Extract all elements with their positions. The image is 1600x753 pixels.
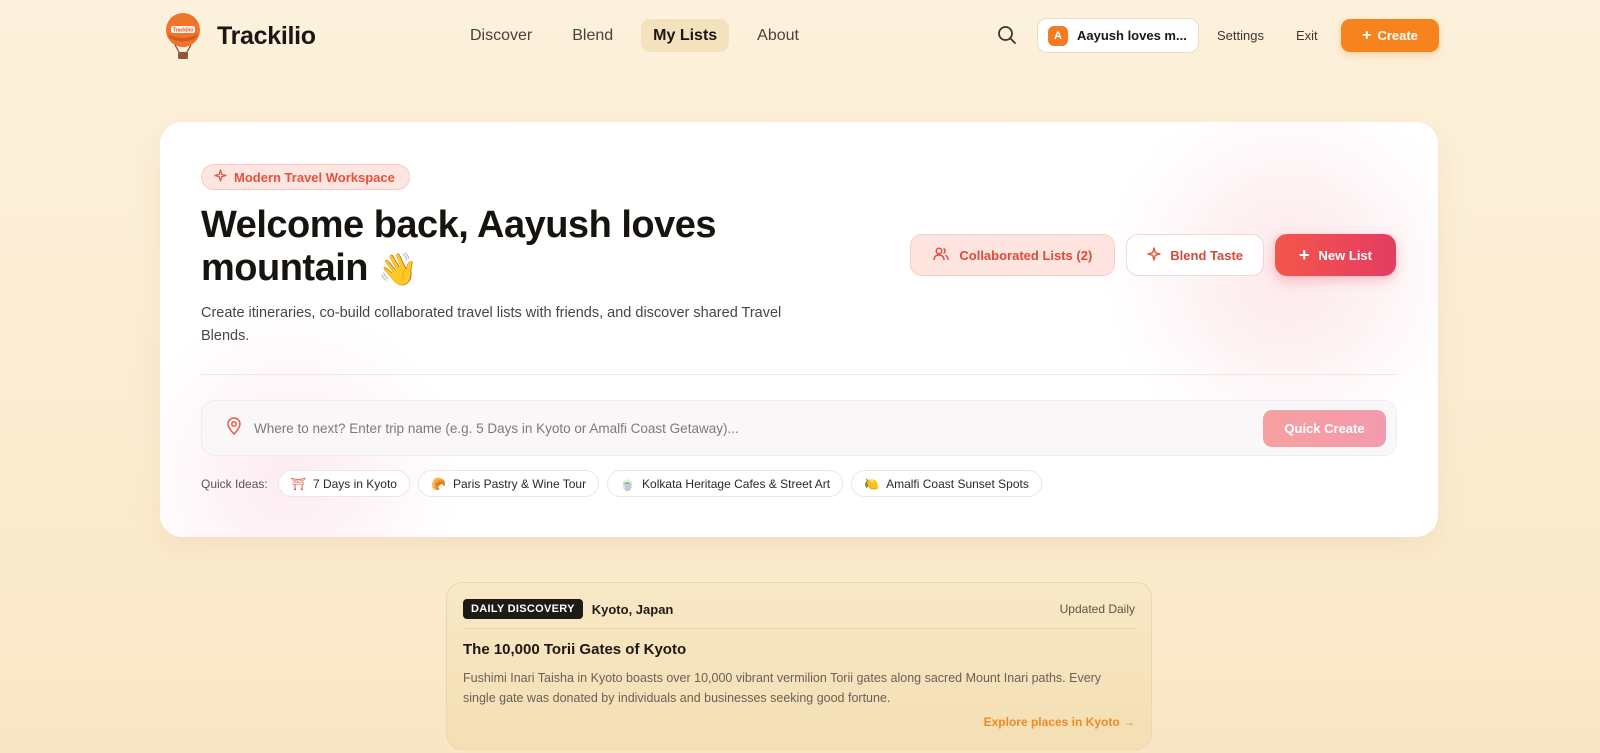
daily-location: Kyoto, Japan	[591, 601, 674, 617]
daily-discovery-card: DAILY DISCOVERY Kyoto, Japan Updated Dai…	[446, 582, 1152, 750]
new-list-button[interactable]: + New List	[1275, 234, 1396, 276]
daily-updated-label: Updated Daily	[1059, 602, 1135, 616]
create-button-label: Create	[1377, 28, 1418, 43]
idea-chip-label: Kolkata Heritage Cafes & Street Art	[642, 476, 831, 491]
new-list-label: New List	[1318, 247, 1372, 263]
workspace-badge-label: Modern Travel Workspace	[234, 169, 395, 185]
user-menu[interactable]: A Aayush loves m...	[1037, 18, 1199, 53]
avatar: A	[1048, 25, 1068, 46]
idea-chip-label: Paris Pastry & Wine Tour	[452, 476, 587, 491]
idea-chip-label: Amalfi Coast Sunset Spots	[886, 476, 1029, 491]
daily-title: The 10,000 Torii Gates of Kyoto	[463, 641, 687, 658]
top-nav: Trackilio Trackilio Discover Blend My Li…	[0, 0, 1600, 72]
divider	[201, 374, 1397, 375]
search-icon[interactable]	[996, 24, 1018, 46]
daily-description: Fushimi Inari Taisha in Kyoto boasts ove…	[463, 671, 1102, 705]
trip-search-bar: Quick Create	[201, 400, 1397, 456]
collaborated-lists-button[interactable]: Collaborated Lists (2)	[910, 234, 1116, 276]
sparkle-icon	[1147, 246, 1161, 264]
daily-header: DAILY DISCOVERY Kyoto, Japan Updated Dai…	[463, 599, 1135, 619]
plus-icon: +	[1362, 26, 1372, 44]
idea-chip-paris[interactable]: 🥐 Paris Pastry & Wine Tour	[417, 470, 600, 497]
torii-gate-icon: ⛩	[290, 476, 306, 491]
blend-taste-label: Blend Taste	[1170, 247, 1244, 263]
croissant-icon: 🥐	[430, 476, 446, 491]
nav-about[interactable]: About	[745, 19, 811, 52]
hero-card: Modern Travel Workspace Welcome back, Aa…	[160, 122, 1438, 537]
trip-name-input[interactable]	[254, 420, 1263, 436]
daily-discovery-badge: DAILY DISCOVERY	[463, 599, 583, 619]
settings-link[interactable]: Settings	[1217, 28, 1264, 43]
welcome-heading: Welcome back, Aayush loves mountain 👋	[201, 204, 761, 291]
sparkle-icon	[214, 169, 227, 185]
explore-kyoto-link[interactable]: Explore places in Kyoto →	[984, 715, 1135, 729]
hero-actions: Collaborated Lists (2) Blend Taste + New…	[910, 234, 1396, 276]
idea-chip-amalfi[interactable]: 🍋 Amalfi Coast Sunset Spots	[851, 470, 1042, 497]
brand-name: Trackilio	[217, 21, 316, 50]
hero-subtitle: Create itineraries, co-build collaborate…	[201, 305, 782, 344]
tea-icon: 🍵	[620, 476, 636, 491]
logo-text: Trackilio	[173, 28, 193, 34]
balloon-logo-icon: Trackilio	[163, 12, 203, 60]
plus-icon: +	[1299, 245, 1310, 265]
nav-links: Discover Blend My Lists About	[458, 19, 827, 52]
nav-my-lists[interactable]: My Lists	[641, 19, 730, 52]
quick-ideas-label: Quick Ideas:	[201, 476, 268, 491]
workspace-badge: Modern Travel Workspace	[201, 164, 410, 190]
map-pin-icon	[226, 416, 242, 440]
wave-icon: 👋	[378, 251, 418, 287]
divider	[463, 628, 1135, 629]
exit-link[interactable]: Exit	[1296, 28, 1318, 43]
brand[interactable]: Trackilio Trackilio	[163, 12, 316, 60]
lemon-icon: 🍋	[864, 476, 880, 491]
idea-chip-kolkata[interactable]: 🍵 Kolkata Heritage Cafes & Street Art	[607, 470, 844, 497]
quick-ideas: Quick Ideas: ⛩ 7 Days in Kyoto 🥐 Paris P…	[201, 470, 1042, 497]
collaborated-lists-label: Collaborated Lists (2)	[959, 247, 1093, 263]
blend-taste-button[interactable]: Blend Taste	[1126, 234, 1265, 276]
quick-create-button[interactable]: Quick Create	[1263, 409, 1386, 447]
users-icon	[933, 246, 950, 265]
create-button[interactable]: + Create	[1341, 19, 1439, 52]
welcome-text: Welcome back, Aayush loves mountain	[201, 204, 717, 289]
nav-blend[interactable]: Blend	[560, 19, 625, 52]
user-name: Aayush loves m...	[1077, 28, 1187, 43]
idea-chip-label: 7 Days in Kyoto	[312, 476, 397, 491]
idea-chip-kyoto[interactable]: ⛩ 7 Days in Kyoto	[277, 470, 410, 497]
nav-discover[interactable]: Discover	[458, 19, 544, 52]
